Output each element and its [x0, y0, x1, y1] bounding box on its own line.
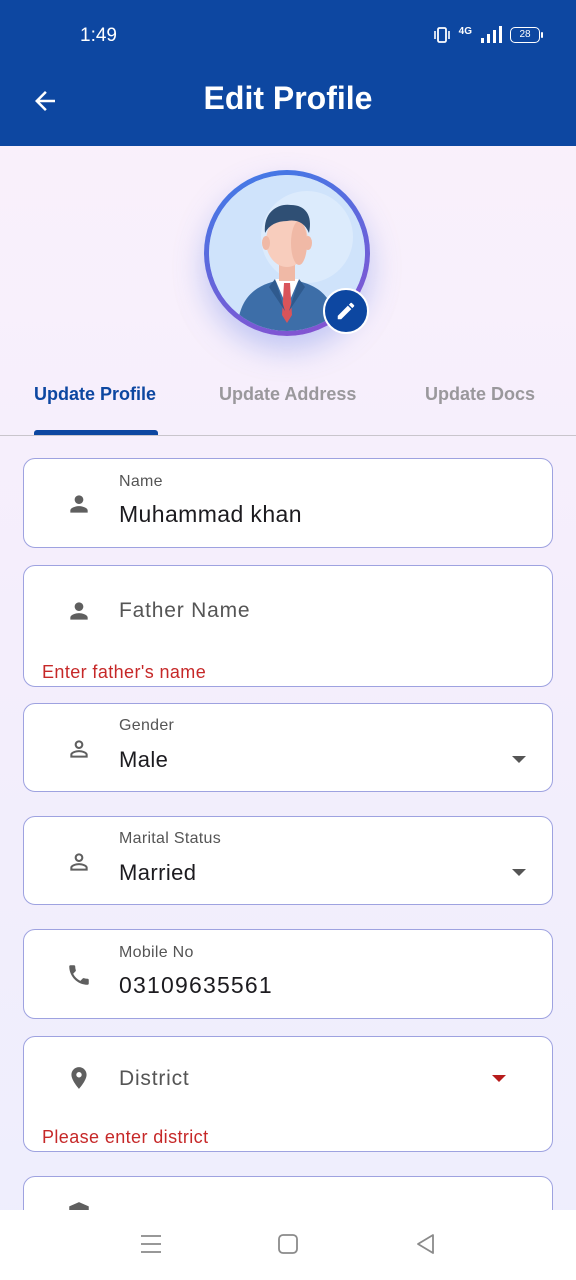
app-bar: 1:49 4G 28 Edit Profile: [0, 0, 576, 146]
system-nav-bar: [0, 1210, 576, 1280]
person-icon: [70, 602, 88, 620]
edit-avatar-button[interactable]: [323, 288, 369, 334]
battery-icon: 28: [510, 27, 543, 43]
home-icon[interactable]: [277, 1232, 299, 1256]
tab-update-profile[interactable]: Update Profile: [34, 384, 156, 405]
chevron-down-icon: [512, 756, 526, 763]
marital-status-label: Marital Status: [119, 830, 222, 847]
phone-icon: [69, 965, 89, 985]
signal-icon: [481, 26, 502, 43]
person-outline-icon: [70, 853, 88, 871]
vibrate-icon: [433, 27, 450, 43]
mobile-value: 03109635561: [119, 972, 273, 998]
marital-status-dropdown[interactable]: Marital Status Married: [23, 816, 553, 905]
person-icon: [70, 495, 88, 513]
father-name-error: Enter father's name: [42, 662, 207, 682]
location-pin-icon: [71, 1067, 87, 1089]
mobile-label: Mobile No: [119, 944, 194, 961]
father-name-placeholder: Father Name: [119, 599, 251, 622]
active-tab-indicator: [34, 430, 158, 435]
pencil-icon: [337, 302, 355, 320]
name-field[interactable]: Name Muhammad khan: [23, 458, 553, 548]
gender-label: Gender: [119, 717, 175, 734]
person-outline-icon: [70, 740, 88, 758]
name-value: Muhammad khan: [119, 501, 302, 527]
marital-status-value: Married: [119, 860, 197, 885]
menu-icon[interactable]: [140, 1232, 162, 1256]
status-icons: 4G 28: [433, 25, 543, 44]
gender-value: Male: [119, 747, 169, 772]
back-triangle-icon[interactable]: [414, 1232, 436, 1256]
district-placeholder: District: [119, 1067, 190, 1090]
status-time: 1:49: [80, 25, 117, 46]
father-name-field[interactable]: Father Name Enter father's name: [23, 565, 553, 687]
network-type: 4G: [458, 25, 472, 37]
tab-update-docs[interactable]: Update Docs: [425, 384, 535, 405]
mobile-field[interactable]: Mobile No 03109635561: [23, 929, 553, 1019]
tab-update-address[interactable]: Update Address: [219, 384, 356, 405]
page-title: Edit Profile: [203, 80, 373, 116]
district-error: Please enter district: [42, 1127, 209, 1147]
gender-dropdown[interactable]: Gender Male: [23, 703, 553, 792]
tab-bar: Update Profile Update Address Update Doc…: [0, 366, 576, 436]
chevron-down-icon: [492, 1075, 506, 1082]
chevron-down-icon: [512, 869, 526, 876]
district-dropdown[interactable]: District Please enter district: [23, 1036, 553, 1152]
name-label: Name: [119, 473, 163, 490]
